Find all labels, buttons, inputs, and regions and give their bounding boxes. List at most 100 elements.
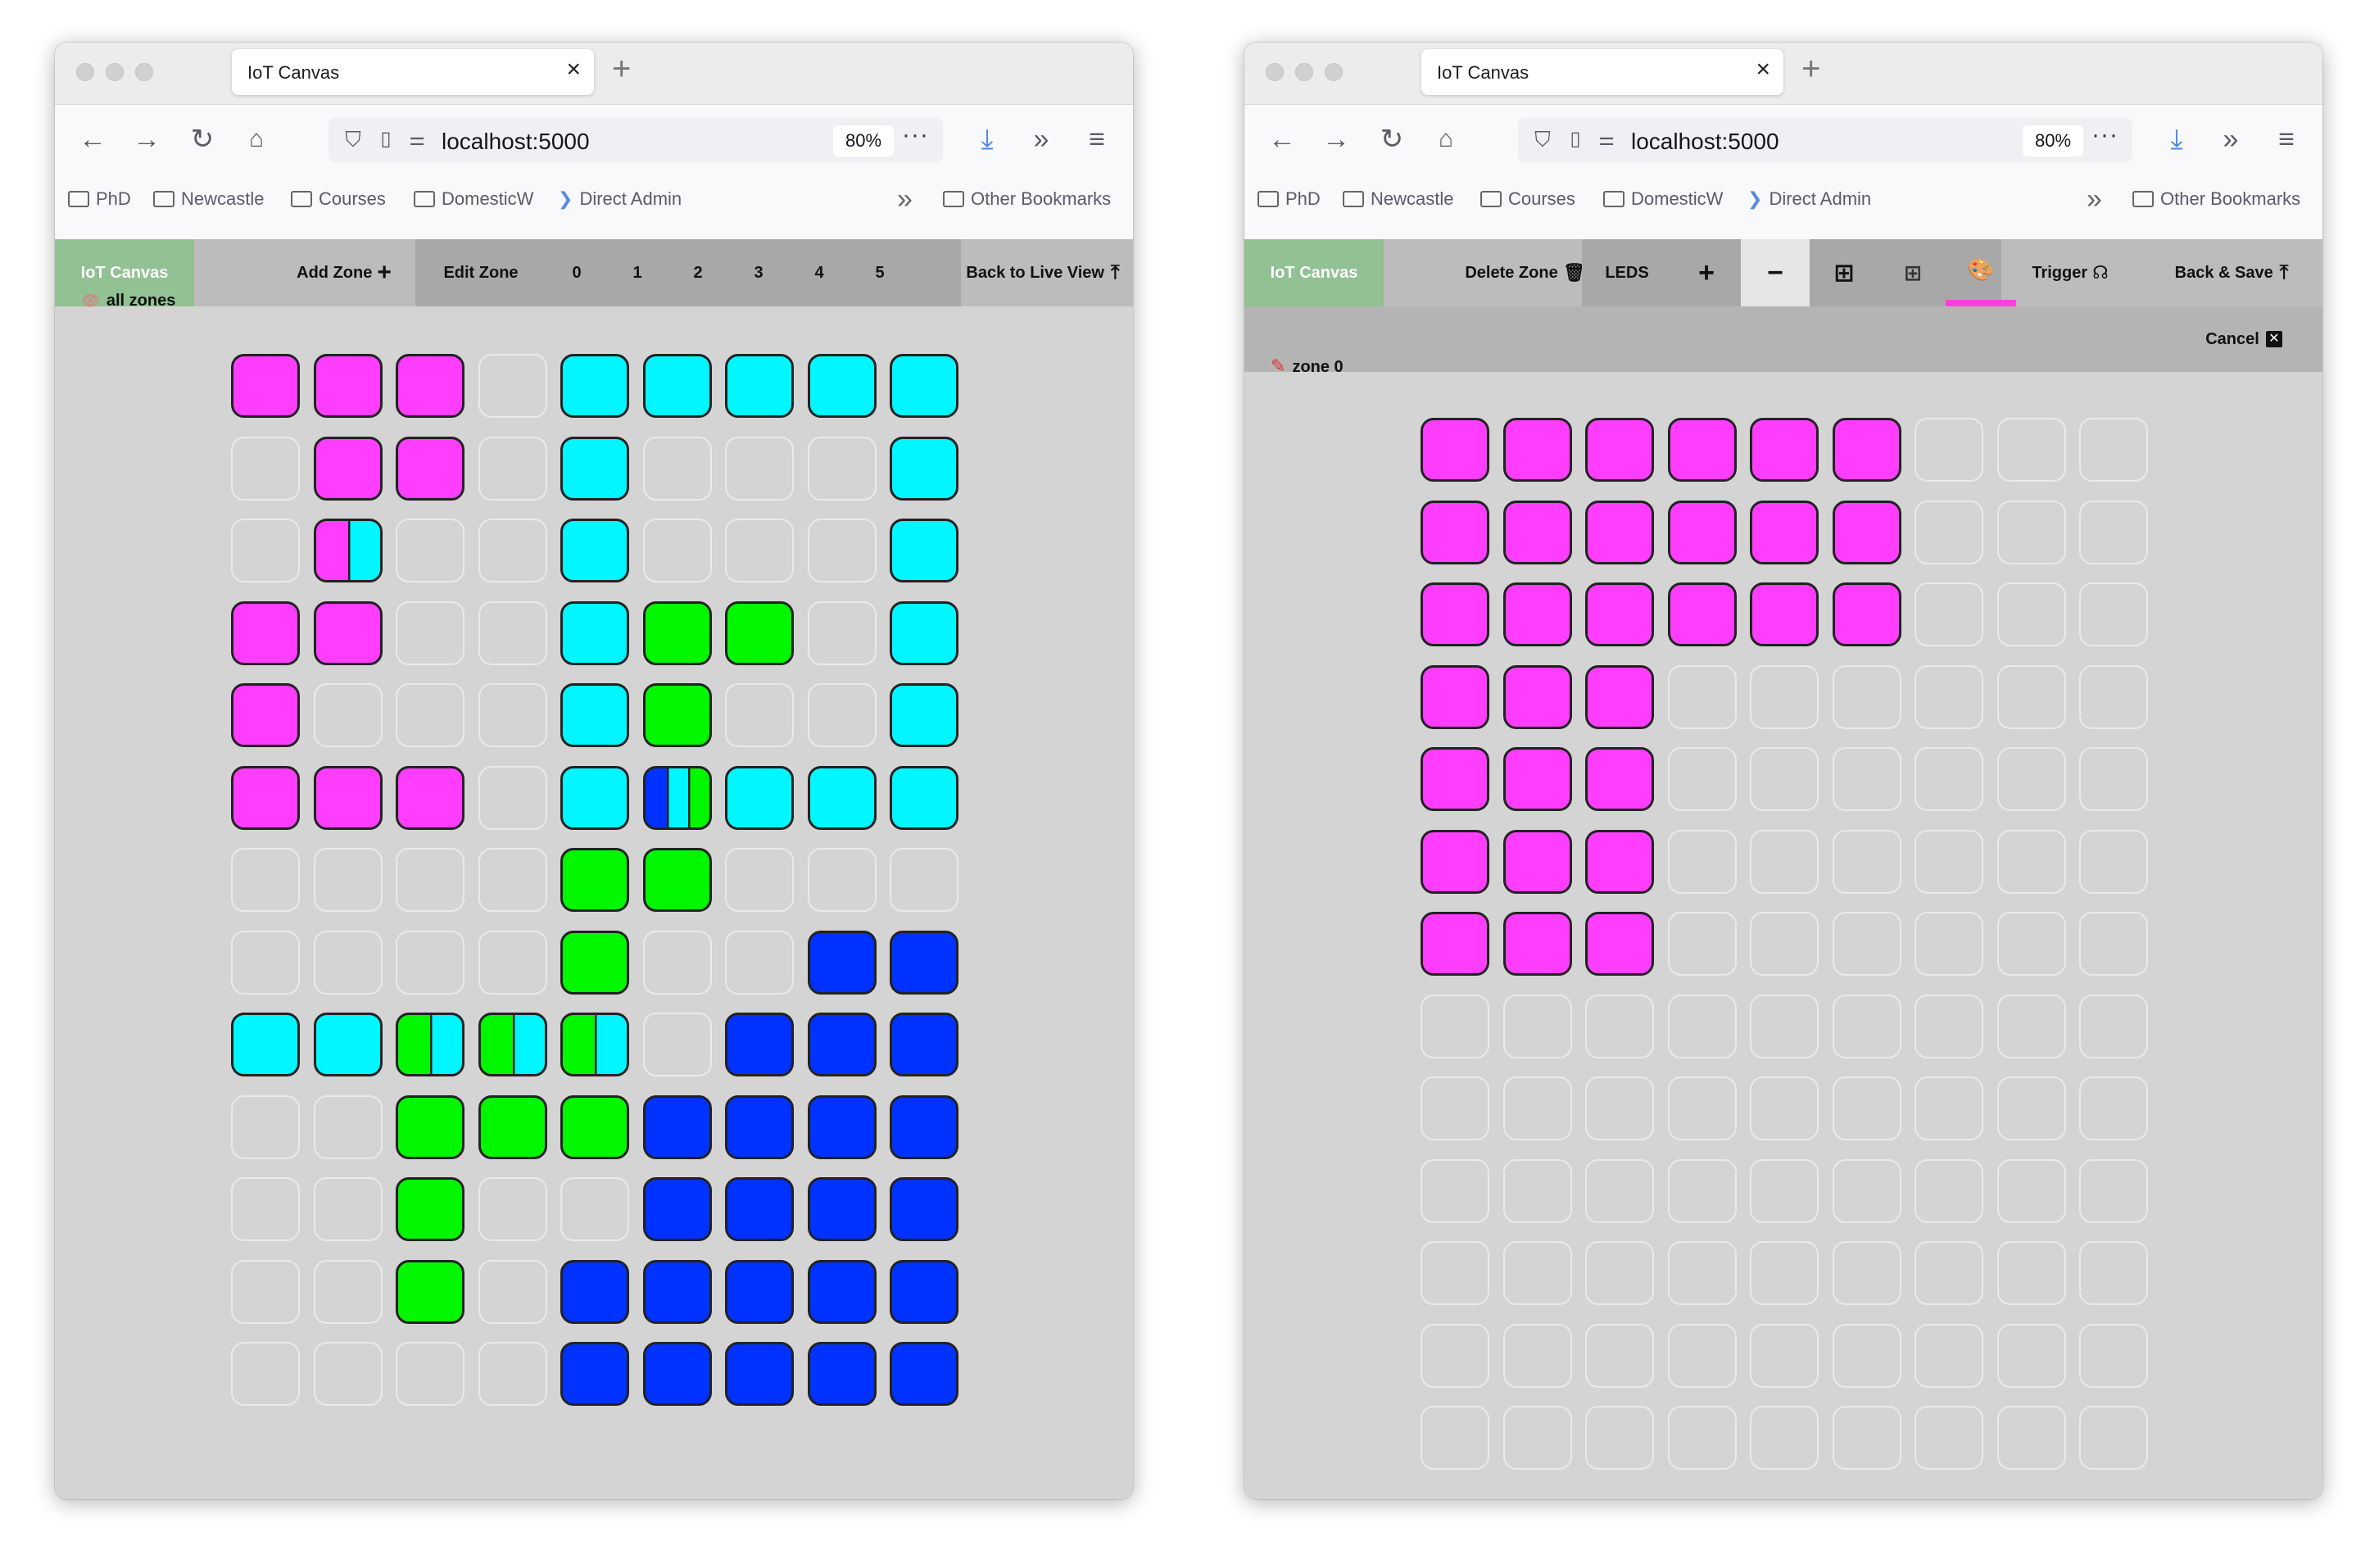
more-icon[interactable]: ···	[2091, 121, 2118, 149]
led-cell[interactable]	[396, 930, 464, 995]
led-cell[interactable]	[1915, 747, 1983, 811]
led-cell[interactable]	[1996, 912, 2066, 976]
led-cell[interactable]	[231, 1259, 300, 1324]
led-cell[interactable]	[2079, 664, 2148, 729]
led-cell[interactable]	[1915, 1158, 1983, 1223]
led-cell[interactable]	[1421, 1158, 1489, 1223]
led-cell[interactable]	[1585, 994, 1654, 1058]
led-cell[interactable]	[313, 354, 383, 418]
bookmark-courses[interactable]: Courses	[1480, 188, 1575, 210]
zone-tab-5[interactable]: 5	[850, 239, 910, 306]
led-cell[interactable]	[231, 765, 300, 830]
led-cell[interactable]	[890, 1013, 958, 1076]
led-cell[interactable]	[1502, 500, 1572, 564]
new-tab-icon[interactable]: +	[612, 52, 631, 85]
led-cell[interactable]	[725, 930, 794, 995]
minus-icon[interactable]: −	[1741, 239, 1810, 306]
led-cell[interactable]	[1996, 418, 2066, 482]
led-cell[interactable]	[1832, 582, 1901, 646]
zoom-level[interactable]: 80%	[2023, 125, 2083, 156]
led-cell[interactable]	[478, 848, 547, 912]
led-cell[interactable]	[231, 848, 300, 912]
led-cell[interactable]	[642, 1013, 712, 1076]
led-cell[interactable]	[642, 848, 712, 912]
bookmark-domesticw[interactable]: DomesticW	[414, 188, 533, 210]
led-cell[interactable]	[478, 436, 547, 501]
led-cell[interactable]	[1502, 1406, 1572, 1470]
trigger-button[interactable]: Trigger ☊	[2021, 239, 2119, 306]
led-cell[interactable]	[1585, 747, 1654, 811]
led-cell[interactable]	[313, 930, 383, 995]
led-cell[interactable]	[1502, 418, 1572, 482]
led-cell[interactable]	[1585, 1158, 1654, 1223]
led-cell[interactable]	[1667, 994, 1737, 1058]
led-cell[interactable]	[313, 1013, 383, 1076]
led-cell[interactable]	[1915, 829, 1983, 894]
bookmark-direct-admin[interactable]: ❯ Direct Admin	[558, 188, 682, 210]
led-cell[interactable]	[560, 519, 629, 582]
led-cell[interactable]	[1750, 912, 1819, 976]
forward-icon[interactable]: →	[130, 121, 163, 157]
led-cell[interactable]	[1667, 500, 1737, 564]
led-cell[interactable]	[1421, 912, 1489, 976]
led-cell[interactable]	[1750, 994, 1819, 1058]
led-cell[interactable]	[807, 1094, 877, 1159]
led-cell[interactable]	[1421, 664, 1489, 729]
led-cell[interactable]	[396, 436, 464, 501]
browser-tab[interactable]: IoT Canvas ×	[1421, 49, 1783, 95]
led-cell[interactable]	[2079, 582, 2148, 646]
forward-icon[interactable]: →	[1320, 121, 1353, 157]
minimize-light[interactable]	[106, 63, 124, 81]
url-text[interactable]: localhost:5000	[442, 129, 590, 155]
led-cell[interactable]	[396, 1342, 464, 1406]
led-cell[interactable]	[725, 1177, 794, 1241]
bookmark-other[interactable]: Other Bookmarks	[943, 188, 1111, 210]
led-cell[interactable]	[396, 1177, 464, 1241]
close-light[interactable]	[1266, 63, 1284, 81]
led-cell[interactable]	[231, 1013, 300, 1076]
led-cell[interactable]	[1832, 912, 1901, 976]
browser-tab[interactable]: IoT Canvas ×	[232, 49, 594, 95]
led-cell[interactable]	[890, 930, 958, 995]
led-cell[interactable]	[313, 600, 383, 665]
led-cell[interactable]	[1421, 1076, 1489, 1140]
led-cell[interactable]	[1750, 1406, 1819, 1470]
led-cell[interactable]	[313, 1094, 383, 1159]
led-cell[interactable]	[396, 519, 464, 582]
permissions-icon[interactable]: ⚌	[401, 121, 433, 157]
led-cell[interactable]	[1585, 912, 1654, 976]
led-cell[interactable]	[231, 354, 300, 418]
led-cell[interactable]	[1502, 1158, 1572, 1223]
led-cell[interactable]	[1421, 747, 1489, 811]
led-cell[interactable]	[396, 683, 464, 747]
led-cell[interactable]	[1915, 582, 1983, 646]
led-cell[interactable]	[642, 1342, 712, 1406]
led-cell[interactable]	[1750, 747, 1819, 811]
led-cell[interactable]	[1421, 994, 1489, 1058]
led-cell[interactable]	[1421, 418, 1489, 482]
led-cell[interactable]	[807, 1177, 877, 1241]
led-cell[interactable]	[1832, 500, 1901, 564]
plus-icon[interactable]: +	[1672, 239, 1741, 306]
led-cell[interactable]	[478, 1094, 547, 1159]
led-cell[interactable]	[2079, 1406, 2148, 1470]
led-cell[interactable]	[725, 1094, 794, 1159]
led-cell[interactable]	[890, 848, 958, 912]
led-cell[interactable]	[642, 519, 712, 582]
led-cell[interactable]	[1585, 664, 1654, 729]
zoom-light[interactable]	[135, 63, 153, 81]
led-cell[interactable]	[1667, 1158, 1737, 1223]
led-cell[interactable]	[313, 1177, 383, 1241]
led-cell[interactable]	[560, 1259, 629, 1324]
led-cell[interactable]	[890, 436, 958, 501]
led-cell[interactable]	[725, 600, 794, 665]
close-tab-icon[interactable]: ×	[1756, 57, 1770, 82]
led-cell[interactable]	[1667, 582, 1737, 646]
led-cell[interactable]	[1502, 994, 1572, 1058]
shield-icon[interactable]: ⛉	[337, 121, 369, 157]
window-controls[interactable]	[76, 63, 153, 81]
overflow-icon[interactable]: »	[2214, 121, 2247, 157]
led-cell[interactable]	[231, 1342, 300, 1406]
palette-icon[interactable]: 🎨	[1946, 239, 2016, 306]
led-cell[interactable]	[1750, 500, 1819, 564]
